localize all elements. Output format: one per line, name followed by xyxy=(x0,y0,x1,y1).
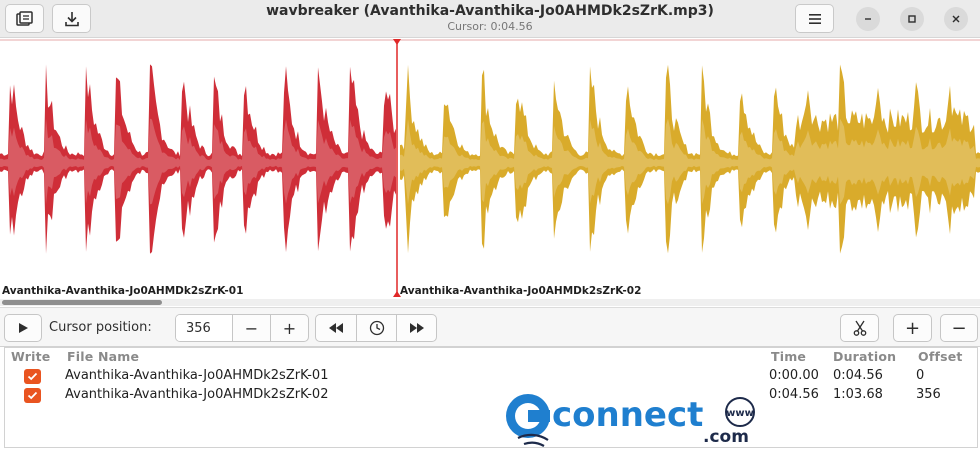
waveform-scrollbar[interactable] xyxy=(0,299,980,306)
jump-button-group xyxy=(315,314,437,342)
watermark-globe-text: www xyxy=(726,408,754,419)
plus-icon: + xyxy=(904,317,921,339)
waveform-rms-shape xyxy=(0,118,396,205)
column-header-write[interactable]: Write xyxy=(11,349,50,364)
minimize-icon xyxy=(865,18,871,20)
remove-breakpoint-button[interactable]: − xyxy=(940,314,978,342)
watermark-suffix: .com xyxy=(703,427,749,447)
duration-cell: 1:03.68 xyxy=(833,387,883,402)
minus-icon: − xyxy=(244,318,259,338)
watermark-brand: connect xyxy=(552,395,703,435)
open-file-icon xyxy=(15,10,33,26)
checkmark-icon xyxy=(27,372,38,381)
file-name-cell[interactable]: Avanthika-Avanthika-Jo0AHMDk2sZrK-02 xyxy=(65,387,328,402)
cursor-marker-icon[interactable] xyxy=(393,39,401,45)
connect-logo-icon: connect www .com xyxy=(506,394,755,447)
play-button[interactable] xyxy=(4,314,42,342)
offset-cell: 0 xyxy=(916,368,925,383)
write-checkbox[interactable] xyxy=(24,388,41,403)
jump-previous-button[interactable] xyxy=(316,315,356,341)
fast-forward-icon xyxy=(409,323,424,333)
close-icon xyxy=(952,15,960,23)
duration-cell: 0:04.56 xyxy=(833,368,883,383)
breakpoint-table: Write File Name Time Duration Offset Ava… xyxy=(4,347,978,448)
jump-to-cursor-button[interactable] xyxy=(356,315,396,341)
clock-icon xyxy=(369,320,384,336)
rewind-icon xyxy=(329,323,343,333)
save-button[interactable] xyxy=(52,4,91,33)
column-header-file-name[interactable]: File Name xyxy=(67,349,139,364)
segment-label-1: Avanthika-Avanthika-Jo0AHMDk2sZrK-01 xyxy=(2,285,244,297)
play-icon xyxy=(19,323,28,333)
playback-toolbar: Cursor position: 356 − + + − xyxy=(0,307,980,347)
waveform-canvas[interactable] xyxy=(0,39,980,297)
add-breakpoint-button[interactable]: + xyxy=(893,314,932,342)
scrollbar-thumb[interactable] xyxy=(2,300,162,305)
column-header-duration[interactable]: Duration xyxy=(833,349,896,364)
plus-icon: + xyxy=(282,318,297,338)
column-header-offset[interactable]: Offset xyxy=(918,349,963,364)
column-header-time[interactable]: Time xyxy=(771,349,806,364)
window-subtitle: Cursor: 0:04.56 xyxy=(447,20,533,33)
window-title: wavbreaker (Avanthika-Avanthika-Jo0AHMDk… xyxy=(266,3,714,19)
maximize-button[interactable] xyxy=(900,7,924,31)
checkmark-icon xyxy=(27,391,38,400)
open-file-button[interactable] xyxy=(5,4,44,33)
cursor-decrement-button[interactable]: − xyxy=(232,315,270,341)
scissors-icon xyxy=(853,320,866,336)
segment-label-2: Avanthika-Avanthika-Jo0AHMDk2sZrK-02 xyxy=(400,285,642,297)
minimize-button[interactable] xyxy=(856,7,880,31)
header-bar: wavbreaker (Avanthika-Avanthika-Jo0AHMDk… xyxy=(0,0,980,38)
split-cut-button[interactable] xyxy=(840,314,879,342)
time-cell: 0:00.00 xyxy=(769,368,819,383)
cursor-position-spinner: 356 − + xyxy=(175,314,309,342)
time-cell: 0:04.56 xyxy=(769,387,819,402)
download-icon xyxy=(64,11,79,26)
maximize-icon xyxy=(908,15,916,23)
main-menu-button[interactable] xyxy=(795,4,834,33)
watermark-logo: connect www .com xyxy=(500,390,770,448)
file-name-cell[interactable]: Avanthika-Avanthika-Jo0AHMDk2sZrK-01 xyxy=(65,368,328,383)
jump-next-button[interactable] xyxy=(396,315,436,341)
write-checkbox[interactable] xyxy=(24,369,41,384)
cursor-position-input[interactable]: 356 xyxy=(176,315,232,341)
minus-icon: − xyxy=(951,317,967,339)
waveform-view[interactable]: Avanthika-Avanthika-Jo0AHMDk2sZrK-01 Ava… xyxy=(0,39,980,297)
close-window-button[interactable] xyxy=(944,7,968,31)
cursor-increment-button[interactable]: + xyxy=(270,315,308,341)
offset-cell: 356 xyxy=(916,387,941,402)
hamburger-menu-icon xyxy=(808,13,821,24)
cursor-position-label: Cursor position: xyxy=(49,320,152,335)
